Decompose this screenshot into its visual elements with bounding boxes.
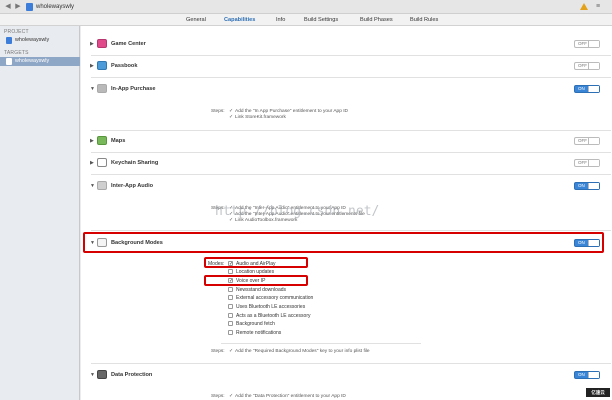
step-check-icon: ✓ xyxy=(229,394,234,399)
mode-checkbox-remote-notifications[interactable] xyxy=(228,330,233,335)
highlight-voice-over-ip xyxy=(204,275,308,286)
disclosure-triangle-icon[interactable]: ▼ xyxy=(90,85,95,93)
key-icon xyxy=(97,158,107,167)
project-icon xyxy=(6,37,12,44)
capability-label: Inter-App Audio xyxy=(111,183,154,189)
warning-triangle-icon[interactable] xyxy=(580,3,588,10)
step-text: Add the "Required Background Modes" key … xyxy=(235,349,370,354)
back-arrow-icon[interactable]: ◀ xyxy=(4,3,12,11)
in-app-purchase-toggle[interactable]: ON xyxy=(574,85,600,93)
menu-icon[interactable]: ≡ xyxy=(596,3,600,11)
step-text: Add the "Data Protection" entitlement to… xyxy=(235,394,346,399)
target-app-icon xyxy=(6,58,12,65)
passbook-icon xyxy=(97,61,107,70)
brand-badge: 亿速云 xyxy=(586,388,610,397)
data-protection-toggle[interactable]: ON xyxy=(574,371,600,379)
watermark: http://blog.csdn.net/ xyxy=(215,204,380,219)
mode-label-bluetooth-le: Uses Bluetooth LE accessories xyxy=(236,304,306,310)
project-header: PROJECT xyxy=(4,29,29,35)
mode-checkbox-bluetooth-le[interactable] xyxy=(228,304,233,309)
capability-label: Keychain Sharing xyxy=(111,160,159,166)
mode-label-external-accessory: External accessory communication xyxy=(236,295,314,301)
forward-arrow-icon[interactable]: ▶ xyxy=(14,3,22,11)
targets-header: TARGETS xyxy=(4,50,29,56)
step-check-icon: ✓ xyxy=(229,349,234,354)
maps-icon xyxy=(97,136,107,145)
keychain-sharing-toggle[interactable]: OFF xyxy=(574,159,600,167)
highlight-audio-airplay xyxy=(204,257,308,268)
disclosure-triangle-icon[interactable]: ▶ xyxy=(90,159,94,167)
capability-label: Data Protection xyxy=(111,372,153,378)
mode-checkbox-external-accessory[interactable] xyxy=(228,295,233,300)
capability-label: Game Center xyxy=(111,41,146,47)
inter-app-audio-toggle[interactable]: ON xyxy=(574,182,600,190)
disclosure-triangle-icon[interactable]: ▶ xyxy=(90,137,94,145)
project-file-icon xyxy=(26,3,33,11)
step-check-icon: ✓ xyxy=(229,115,234,120)
tab-capabilities[interactable]: Capabilities xyxy=(224,16,255,24)
game-center-icon xyxy=(97,39,107,48)
mode-label-newsstand: Newsstand downloads xyxy=(236,287,287,293)
editor-tabs: General Capabilities Info Build Settings… xyxy=(0,14,612,26)
mode-checkbox-newsstand[interactable] xyxy=(228,287,233,292)
maps-toggle[interactable]: OFF xyxy=(574,137,600,145)
sidebar-item-label: wholewayswly xyxy=(15,58,50,64)
disclosure-triangle-icon[interactable]: ▼ xyxy=(90,371,95,379)
breadcrumb-project[interactable]: wholewayswly xyxy=(36,3,74,11)
disclosure-triangle-icon[interactable]: ▶ xyxy=(90,62,94,70)
project-navigator: PROJECT wholewayswly TARGETS wholewayswl… xyxy=(0,26,80,400)
tab-build-settings[interactable]: Build Settings xyxy=(304,16,338,24)
mode-checkbox-bluetooth-accessory[interactable] xyxy=(228,313,233,318)
mode-label-background-fetch: Background fetch xyxy=(236,321,275,327)
capability-label: Passbook xyxy=(111,63,138,69)
sidebar-item-target[interactable]: wholewayswly xyxy=(0,57,80,66)
tab-build-phases[interactable]: Build Phases xyxy=(360,16,393,24)
capability-label: Maps xyxy=(111,138,126,144)
window-toolbar: ◀ ▶ wholewayswly ≡ xyxy=(0,0,612,14)
sidebar-item-project[interactable]: wholewayswly xyxy=(0,36,80,45)
in-app-purchase-icon xyxy=(97,84,107,93)
passbook-toggle[interactable]: OFF xyxy=(574,62,600,70)
step-text: Link StoreKit.framework xyxy=(235,115,286,120)
capability-label: In-App Purchase xyxy=(111,86,156,92)
mode-label-remote-notifications: Remote notifications xyxy=(236,330,282,336)
mode-checkbox-location[interactable] xyxy=(228,269,233,274)
tab-build-rules[interactable]: Build Rules xyxy=(410,16,438,24)
disclosure-triangle-icon[interactable]: ▼ xyxy=(90,182,95,190)
steps-label: Steps: xyxy=(211,109,225,114)
sidebar-item-label: wholewayswly xyxy=(15,37,50,43)
lock-icon xyxy=(97,370,107,379)
inter-app-audio-icon xyxy=(97,181,107,190)
steps-label: Steps: xyxy=(211,349,225,354)
mode-label-bluetooth-accessory: Acts as a Bluetooth LE accessory xyxy=(236,313,311,319)
steps-label: Steps: xyxy=(211,394,225,399)
mode-checkbox-background-fetch[interactable] xyxy=(228,321,233,326)
highlight-background-modes xyxy=(83,232,604,253)
tab-general[interactable]: General xyxy=(186,16,206,24)
disclosure-triangle-icon[interactable]: ▶ xyxy=(90,40,94,48)
game-center-toggle[interactable]: OFF xyxy=(574,40,600,48)
tab-info[interactable]: Info xyxy=(276,16,285,24)
